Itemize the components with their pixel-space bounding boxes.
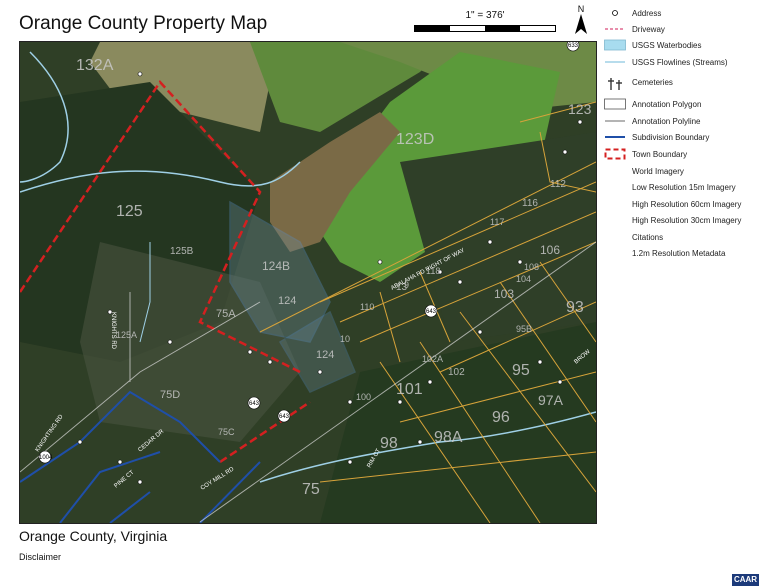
map-view[interactable]: 132A 123D 125 125B 124B 124 124 75A 75D … <box>19 41 597 524</box>
route-shield-label: 643 <box>426 309 437 315</box>
route-shield-label: 633 <box>568 43 579 49</box>
parcel-label-98: 98 <box>380 435 398 452</box>
north-label: N <box>577 4 585 14</box>
parcel-label-106: 106 <box>540 243 560 257</box>
town-boundary-icon <box>604 148 626 160</box>
parcel-label-102a: 102A <box>422 354 443 364</box>
legend-label: High Resolution 60cm Imagery <box>632 199 742 209</box>
parcel-label-124: 124 <box>316 349 334 361</box>
legend-item-world-imagery: World Imagery <box>604 165 684 177</box>
legend-label: 1.2m Resolution Metadata <box>632 248 726 258</box>
legend-label: Subdivision Boundary <box>632 132 710 142</box>
parcel-label-125b: 125B <box>170 246 194 257</box>
north-arrow-icon: N <box>571 5 591 35</box>
legend-label: Citations <box>632 232 664 242</box>
parcel-label-125a: 125A <box>116 330 137 340</box>
parcel-label-125: 125 <box>116 203 143 220</box>
parcel-label-93: 93 <box>566 299 584 316</box>
map-title: Orange County Property Map <box>19 13 268 34</box>
parcel-label-123: 123 <box>568 101 592 117</box>
legend-item-high-res-30: High Resolution 30cm Imagery <box>604 214 741 226</box>
legend-label: USGS Flowlines (Streams) <box>632 57 728 67</box>
route-shield-label: 643 <box>279 414 290 420</box>
route-shield-label: 643 <box>249 401 260 407</box>
map-canvas[interactable]: 132A 123D 125 125B 124B 124 124 75A 75D … <box>20 42 596 523</box>
legend-item-annotation-polygon: Annotation Polygon <box>604 98 701 110</box>
parcel-label-97a: 97A <box>538 392 564 408</box>
scale-label: 1" = 376' <box>465 10 505 21</box>
legend-item-low-res: Low Resolution 15m Imagery <box>604 181 736 193</box>
legend-label: USGS Waterbodies <box>632 40 702 50</box>
scale-bar: 1" = 376' <box>414 10 556 34</box>
waterbody-fill-icon <box>604 39 626 51</box>
scale-track <box>414 25 556 32</box>
annotation-polygon-icon <box>604 98 626 110</box>
legend-item-driveway: Driveway <box>604 23 665 35</box>
parcel-label-95b: 95B <box>516 324 532 334</box>
parcel-label-101: 101 <box>396 381 423 398</box>
legend-item-annotation-polyline: Annotation Polyline <box>604 115 701 127</box>
legend-label: World Imagery <box>632 166 684 176</box>
legend-label: Low Resolution 15m Imagery <box>632 182 736 192</box>
parcel-label-75c: 75C <box>218 427 235 437</box>
legend-label: Driveway <box>632 24 665 34</box>
parcel-label-100: 100 <box>356 392 371 402</box>
legend-label: Annotation Polygon <box>632 99 702 109</box>
parcel-label-75: 75 <box>302 481 320 498</box>
parcel-label-98a: 98A <box>434 429 463 446</box>
parcel-label-132a: 132A <box>76 57 114 74</box>
parcel-label-112: 112 <box>550 179 566 190</box>
legend-item-high-res-60: High Resolution 60cm Imagery <box>604 198 741 210</box>
legend-item-address: Address <box>604 7 661 19</box>
parcel-label-103: 103 <box>494 287 514 301</box>
annotation-polyline-icon <box>604 115 626 127</box>
address-dot-icon <box>604 7 626 19</box>
legend-label: High Resolution 30cm Imagery <box>632 215 742 225</box>
subdivision-line-icon <box>604 131 626 143</box>
parcel-label-116: 116 <box>522 198 538 209</box>
flowline-line-icon <box>604 56 626 68</box>
legend-item-waterbodies: USGS Waterbodies <box>604 39 702 51</box>
parcel-label-95: 95 <box>512 362 530 379</box>
route-shield-label: 1004 <box>39 455 53 461</box>
cemetery-icon <box>604 76 626 90</box>
parcel-label-108: 108 <box>524 262 539 272</box>
legend-label: Annotation Polyline <box>632 116 701 126</box>
legend-label: Address <box>632 8 662 18</box>
legend-item-flowlines: USGS Flowlines (Streams) <box>604 56 728 68</box>
parcel-label-96: 96 <box>492 409 510 426</box>
parcel-label-123d: 123D <box>396 131 434 148</box>
parcel-label-75a: 75A <box>216 308 236 320</box>
parcel-label-124b: 124B <box>262 259 290 273</box>
parcel-label-102: 102 <box>448 367 465 378</box>
legend-label: Cemeteries <box>632 77 673 87</box>
parcel-label-104: 104 <box>516 274 531 284</box>
road-label: KNIGHTS RD <box>110 312 116 350</box>
parcel-label-110: 110 <box>360 302 374 312</box>
legend-item-citations: Citations <box>604 231 663 243</box>
map-subtitle: Orange County, Virginia <box>19 528 168 544</box>
parcel-label-10: 10 <box>340 334 350 344</box>
parcel-label-124: 124 <box>278 295 296 307</box>
legend-item-subdivision: Subdivision Boundary <box>604 131 709 143</box>
parcel-label-75d: 75D <box>160 389 180 401</box>
legend-item-metadata: 1.2m Resolution Metadata <box>604 247 725 259</box>
legend-item-town-boundary: Town Boundary <box>604 148 687 160</box>
legend-label: Town Boundary <box>632 149 688 159</box>
parcel-label-117: 117 <box>490 217 504 227</box>
disclaimer-link[interactable]: Disclaimer <box>19 552 61 562</box>
caar-logo: CAAR <box>732 574 759 586</box>
legend-item-cemeteries: Cemeteries <box>604 76 673 90</box>
driveway-line-icon <box>604 23 626 35</box>
